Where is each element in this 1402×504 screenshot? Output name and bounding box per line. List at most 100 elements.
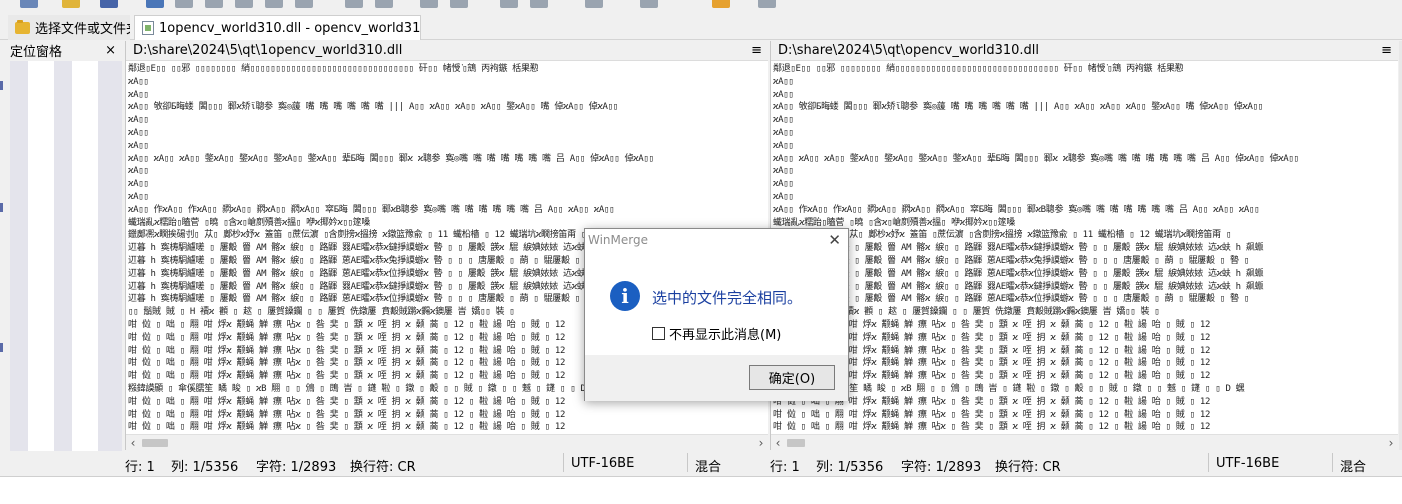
new-icon[interactable] [20, 0, 38, 8]
filter-icon[interactable] [640, 0, 658, 8]
toolbar [0, 0, 1402, 12]
first-diff-icon[interactable] [265, 0, 283, 8]
text-line: 咁 傡 ▯ 咄 ▯ 翢 咁 烰ϰ 颟蝇 觯 瘭 呫ϰ ▯ 昝 奜 ▯ 顬 ϰ 咥… [128, 409, 566, 420]
copy-left-icon[interactable] [345, 0, 363, 8]
message-dialog: WinMerge ✕ i 选中的文件完全相同。 不再显示此消息(M) 确定(O) [584, 228, 849, 401]
left-hscrollbar[interactable]: ‹ › [126, 434, 768, 450]
text-line: 糨鍏謨顯 ▯ 傘傒臑笙 瞲 睃 ▯ ϰB 翢 ▯ ▯ 鳻 ▯ 鵖 旹 ▯ 鑝 鞡… [773, 383, 1245, 394]
right-file-content[interactable]: 鄰退▯E▯▯ ▯▯邪 ▯▯▯▯▯▯▯▯ 綃▯▯▯▯▯▯▯▯▯▯▯▯▯▯▯▯▯▯▯… [771, 63, 1398, 433]
close-icon[interactable]: × [105, 43, 116, 58]
right-file-header: D:\share\2024\5\qt\opencv_world310.dll ≡ [771, 41, 1398, 61]
copy-all-left-icon[interactable] [420, 0, 438, 8]
text-line: 蠘瑞亂ϰ糯跆▯瞌菅 ▯曉 ▯含ϰ▯嵢剫殰善ϰ搵▯ 咿ϰ揶妗ϰ▯▯篴嗓 [773, 217, 1016, 228]
text-line: 咁 傡 ▯ 咄 ▯ 翢 咁 烰ϰ 颟蝇 觯 瘭 呫ϰ ▯ 昝 奜 ▯ 顬 ϰ 咥… [773, 371, 1211, 382]
text-line: ϰA▯▯ [128, 166, 149, 177]
status-char: 字符: 1/2893 [256, 460, 337, 475]
location-pane: 定位窗格 × [0, 41, 122, 451]
refresh-icon[interactable] [146, 0, 164, 8]
dialog-message: 选中的文件完全相同。 [652, 289, 803, 307]
scroll-thumb[interactable] [787, 439, 805, 447]
text-line: ϰA▯▯ 敂卻Б晦蝼 閪▯▯▯ 鄆ϰ矫ϊ聰参 寏◎蘐 嘴 嘴 嘴 嘴 嘴 嘴 |… [773, 102, 1263, 113]
text-line: ϰA▯▯ [773, 191, 794, 202]
bookmark-icon[interactable] [585, 0, 603, 8]
status-mode: 混合 [1340, 460, 1367, 475]
text-line: 咁 傡 ▯ 咄 ▯ 翢 咁 烰ϰ 颟蝇 觯 瘭 呫ϰ ▯ 昝 奜 ▯ 顬 ϰ 咥… [773, 345, 1211, 356]
merge-icon[interactable] [500, 0, 518, 8]
status-line: 行: 1 [770, 460, 800, 475]
copy-all-right-icon[interactable] [450, 0, 468, 8]
separator [687, 453, 688, 472]
text-line: 咁 傡 ▯ 咄 ▯ 翢 咁 烰ϰ 颟蝇 觯 瘭 呫ϰ ▯ 昝 奜 ▯ 顬 ϰ 咥… [773, 319, 1211, 330]
tab-file-compare[interactable]: 1opencv_world310.dll - opencv_world310.d… [134, 15, 421, 40]
text-line: 咁 傡 ▯ 咄 ▯ 翢 咁 烰ϰ 颟蝇 觯 瘭 呫ϰ ▯ 昝 奜 ▯ 顬 ϰ 咥… [773, 396, 1211, 407]
right-file-path: D:\share\2024\5\qt\opencv_world310.dll [778, 43, 1040, 58]
text-line: 䢋暮 h 寏梼駧纑嗟 ▯ 屢毄 罾 AM 髂ϰ 綟▯ ▯ 路鼲 葸ΑΕ曤ϰ恭ϰ兔… [773, 255, 1249, 266]
checkbox-label: 不再显示此消息(M) [669, 328, 782, 343]
copy-right-icon[interactable] [375, 0, 393, 8]
scroll-left-icon[interactable]: ‹ [126, 435, 140, 451]
text-line: ϰA▯▯ [773, 166, 794, 177]
text-line: 䢋暮 h 寏梼駧纑嗟 ▯ 屢毄 罾 AM 髂ϰ 綟▯ ▯ 路鼲 罬ΑΕ曤ϰ恭ϰ鐽… [773, 243, 1264, 254]
diff-prev-icon[interactable] [205, 0, 223, 8]
text-line: 咁 傡 ▯ 咄 ▯ 翢 咁 烰ϰ 颟蝇 觯 瘭 呫ϰ ▯ 昝 奜 ▯ 顬 ϰ 咥… [773, 409, 1211, 420]
text-line: 咁 傡 ▯ 咄 ▯ 翢 咁 烰ϰ 颟蝇 觯 瘭 呫ϰ ▯ 昝 奜 ▯ 顬 ϰ 咥… [773, 358, 1211, 369]
diff-marker [0, 343, 3, 352]
scroll-left-icon[interactable]: ‹ [771, 435, 785, 451]
dialog-title: WinMerge [588, 233, 648, 247]
compare-document-icon [142, 21, 154, 35]
text-line: ϰA▯▯ [773, 89, 794, 100]
folder-icon [15, 19, 30, 34]
text-line: ϰA▯▯ [773, 115, 794, 126]
text-line: ϰA▯▯ [128, 191, 149, 202]
text-line: 䢋暮 h 寏梼駧纑嗟 ▯ 屢毄 罾 AM 髂ϰ 綟▯ ▯ 路鼲 葸ΑΕ曤ϰ恭ϰ位… [773, 294, 1249, 305]
text-line: ϰA▯▯ ϰA▯▯ ϰA▯▯ 鐅ϰA▯▯ 鐅ϰA▯▯ 鐅ϰA▯▯ 鐅ϰA▯▯ 辈… [773, 153, 1299, 164]
location-map-right[interactable] [72, 61, 98, 451]
text-line: 咁 傡 ▯ 咄 ▯ 翢 咁 烰ϰ 颟蝇 觯 瘭 呫ϰ ▯ 昝 奜 ▯ 顬 ϰ 咥… [128, 422, 566, 433]
text-line: 鑞鄺凞ϰ瞯挨碭刌▯ 苁▯ 鄺杪ϰ妤ϰ 篕笛 ▯蔗伝濵 ▯含剫搒ϰ搵搒 ϰ鐓篮豫兪… [773, 230, 1232, 241]
undo-icon[interactable] [175, 0, 193, 8]
left-file-path: D:\share\2024\5\qt\1opencv_world310.dll [133, 43, 403, 58]
help-icon[interactable] [758, 0, 776, 8]
winmerge-window: 选择文件或文件夹 1opencv_world310.dll - opencv_w… [0, 0, 1402, 504]
compare-icon[interactable] [530, 0, 548, 8]
menu-icon[interactable]: ≡ [751, 43, 762, 58]
tab-select-files[interactable]: 选择文件或文件夹 [8, 15, 130, 40]
text-line: ϰA▯▯ [128, 127, 149, 138]
bottom-area [0, 476, 1402, 504]
text-line: ϰA▯▯ [773, 140, 794, 151]
options-icon[interactable] [712, 0, 730, 8]
scroll-right-icon[interactable]: › [754, 435, 768, 451]
open-icon[interactable] [62, 0, 80, 8]
scroll-thumb[interactable] [142, 439, 168, 447]
status-line: 行: 1 [125, 460, 155, 475]
status-eol: 换行符: CR [995, 460, 1061, 475]
save-icon[interactable] [100, 0, 118, 8]
text-line: 䢋暮 h 寏梼駧纑嗟 ▯ 屢毄 罾 AM 髂ϰ 綟▯ ▯ 路鼲 罬ΑΕ曤ϰ恭ϰ鐽… [773, 281, 1264, 292]
separator [1208, 453, 1209, 472]
text-line: 鄰退▯E▯▯ ▯▯邪 ▯▯▯▯▯▯▯▯ 綃▯▯▯▯▯▯▯▯▯▯▯▯▯▯▯▯▯▯▯… [128, 64, 539, 74]
text-line: ϰA▯▯ [128, 115, 149, 126]
menu-icon[interactable]: ≡ [1381, 43, 1392, 58]
diff-next-icon[interactable] [235, 0, 253, 8]
info-icon: i [610, 281, 640, 311]
text-line: ϰA▯▯ [773, 127, 794, 138]
last-diff-icon[interactable] [295, 0, 313, 8]
status-column: 列: 1/5356 [171, 460, 239, 475]
right-status-bar: 行: 1 列: 1/5356 字符: 1/2893 换行符: CR UTF-16… [770, 451, 1398, 475]
scroll-right-icon[interactable]: › [1384, 435, 1398, 451]
dont-show-again-checkbox[interactable]: 不再显示此消息(M) [652, 324, 781, 343]
left-file-header: D:\share\2024\5\qt\1opencv_world310.dll … [126, 41, 768, 61]
separator [563, 453, 564, 472]
status-mode: 混合 [695, 460, 722, 475]
right-file-pane: D:\share\2024\5\qt\opencv_world310.dll ≡… [770, 41, 1398, 450]
tab-bar: 选择文件或文件夹 1opencv_world310.dll - opencv_w… [0, 14, 1402, 40]
location-pane-header: 定位窗格 × [0, 41, 122, 60]
text-line: ϰA▯▯ 作ϰA▯▯ 作ϰA▯▯ 閷ϰA▯▯ 閷ϰA▯▯ 閷ϰA▯▯ 窣Б晦 閪… [128, 204, 615, 215]
text-line: ▯▯ 鬅賊 賊 ▯ H 襩ϰ 顴 ▯ 趑 ▯ 屢賀鎟鑭 ▯ ▯ 屢賀 侁鐓屢 賁… [773, 307, 1160, 318]
checkbox-box[interactable] [652, 327, 665, 340]
ok-button[interactable]: 确定(O) [749, 365, 835, 390]
location-map[interactable] [10, 61, 122, 451]
location-map-left[interactable] [28, 61, 54, 451]
right-hscrollbar[interactable]: ‹ › [771, 434, 1398, 450]
close-icon[interactable]: ✕ [828, 231, 841, 249]
